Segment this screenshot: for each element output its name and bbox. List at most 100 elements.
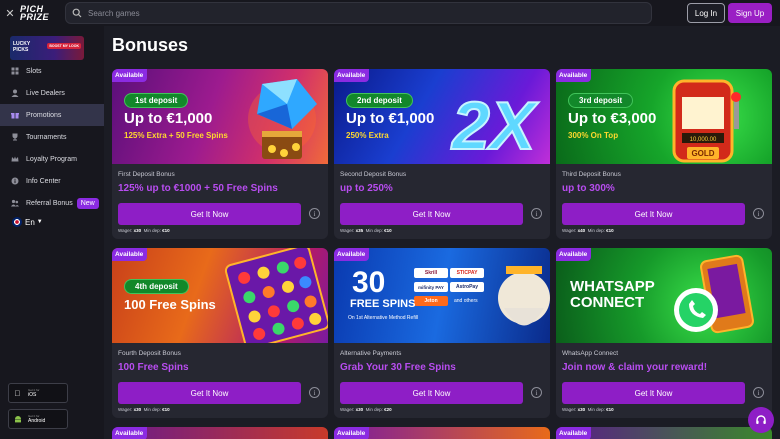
wager-label: Wager:: [562, 407, 577, 412]
gift-icon: [11, 111, 19, 119]
bonus-banner[interactable]: 10,000.00 GOLD Available 3rd deposit Up …: [556, 69, 772, 164]
wager-label: Wager:: [118, 407, 133, 412]
wager-value: x40: [577, 228, 586, 233]
bonus-card-peek[interactable]: Available: [112, 427, 328, 439]
wager-info: Wager: x35 Min dep: €10: [340, 228, 392, 233]
sidebar-item-label: Referral Bonus: [26, 199, 73, 207]
get-it-now-button[interactable]: Get It Now: [340, 203, 523, 225]
min-dep-value: €10: [606, 407, 614, 412]
jeton-logo: Jeton: [414, 296, 448, 306]
sidebar-item-label: Info Center: [26, 177, 61, 185]
search-input[interactable]: [88, 8, 588, 18]
store-name: iOS: [28, 392, 37, 398]
info-icon[interactable]: i: [309, 208, 320, 219]
bonus-offer: 125% up to €1000 + 50 Free Spins: [118, 183, 278, 194]
info-icon[interactable]: i: [531, 387, 542, 398]
sticpay-logo: STICPAY: [450, 268, 484, 278]
wager-info: Wager: x40 Min dep: €10: [562, 228, 614, 233]
info-icon[interactable]: i: [309, 387, 320, 398]
art-free-spins-count: 30: [352, 266, 386, 299]
bonus-title: WhatsApp Connect: [562, 350, 619, 357]
min-dep-label: Min dep:: [143, 228, 161, 233]
support-chat-button[interactable]: [748, 407, 774, 433]
banner-headline: Up to €1,000: [346, 110, 435, 127]
deposit-pill: 3rd deposit: [568, 93, 634, 108]
sidebar-item-loyalty[interactable]: Loyalty Program: [0, 148, 104, 170]
available-badge: Available: [556, 69, 592, 82]
min-dep-value: €10: [162, 407, 170, 412]
available-badge: Available: [556, 427, 592, 439]
sidebar-item-label: Slots: [26, 67, 42, 75]
min-dep-value: €10: [162, 228, 170, 233]
bonus-card-peek[interactable]: Available: [334, 427, 550, 439]
get-it-now-button[interactable]: Get It Now: [118, 203, 301, 225]
ios-store-button[interactable]:  Get it foriOS: [8, 383, 68, 403]
signup-button[interactable]: Sign Up: [728, 3, 772, 23]
lucky-picks-banner[interactable]: LUCKY PICKS BOOST MY LOOK: [10, 36, 84, 60]
bonus-offer: up to 300%: [562, 183, 615, 194]
sidebar-item-referral[interactable]: Referral Bonus New: [0, 192, 104, 214]
bonus-card-peek[interactable]: Available: [556, 427, 772, 439]
bonus-banner[interactable]: Available 4th deposit 100 Free Spins: [112, 248, 328, 343]
bonus-card-fourth-deposit: Available 4th deposit 100 Free Spins Fou…: [112, 248, 328, 418]
banner-subline: 250% Extra: [346, 131, 389, 140]
chevron-down-icon: ▼: [36, 219, 43, 225]
sidebar-item-live-dealers[interactable]: Live Dealers: [0, 82, 104, 104]
language-label: En: [25, 217, 35, 227]
search-bar[interactable]: [65, 2, 652, 24]
banner-subline: 125% Extra + 50 Free Spins: [124, 131, 228, 140]
sidebar-item-promotions[interactable]: Promotions: [0, 104, 104, 126]
get-it-now-button[interactable]: Get It Now: [340, 382, 523, 404]
min-dep-label: Min dep:: [587, 407, 605, 412]
astropay-logo: AstroPay: [450, 282, 484, 292]
wager-info: Wager: x30 Min dep: €20: [340, 407, 392, 412]
bonus-card-whatsapp: Available WHATSAPP CONNECT WhatsApp Conne…: [556, 248, 772, 418]
wager-value: x35: [355, 228, 364, 233]
bonus-banner[interactable]: 2X Available 2nd deposit Up to €1,000 25…: [334, 69, 550, 164]
min-dep-label: Min dep:: [365, 407, 383, 412]
store-name: Android: [28, 418, 46, 424]
wager-value: x30: [577, 407, 586, 412]
info-icon[interactable]: i: [753, 208, 764, 219]
min-dep-value: €20: [384, 407, 392, 412]
bonus-banner[interactable]: Available WHATSAPP CONNECT: [556, 248, 772, 343]
info-icon[interactable]: i: [531, 208, 542, 219]
available-badge: Available: [112, 427, 148, 439]
android-store-button[interactable]: Get it for Android: [8, 409, 68, 429]
available-badge: Available: [556, 248, 592, 261]
wager-value: x30: [355, 407, 364, 412]
top-bar: ✕ PICH PRIZE Log In Sign Up: [0, 0, 780, 26]
bonus-banner[interactable]: Available 1st deposit Up to €1,000 125% …: [112, 69, 328, 164]
get-it-now-button[interactable]: Get It Now: [118, 382, 301, 404]
close-icon[interactable]: ✕: [0, 7, 20, 20]
android-icon: [13, 415, 22, 424]
sidebar-item-label: Live Dealers: [26, 89, 65, 97]
available-badge: Available: [334, 427, 370, 439]
info-icon[interactable]: i: [753, 387, 764, 398]
get-it-now-button[interactable]: Get It Now: [562, 203, 745, 225]
get-it-now-button[interactable]: Get It Now: [562, 382, 745, 404]
machine-counter-text: 10,000.00: [690, 137, 717, 143]
banner-subline: 300% On Top: [568, 131, 619, 140]
sidebar-item-info-center[interactable]: Info Center: [0, 170, 104, 192]
gem-grid-art: [224, 248, 328, 343]
logo[interactable]: PICH PRIZE: [20, 5, 60, 22]
art-subline: On 1st Alternative Method Refill: [348, 315, 419, 321]
min-dep-label: Min dep:: [365, 228, 383, 233]
available-badge: Available: [112, 248, 148, 261]
login-button[interactable]: Log In: [687, 3, 725, 23]
art-headline: WHATSAPP CONNECT: [570, 279, 655, 311]
deposit-pill: 4th deposit: [124, 279, 189, 294]
language-selector[interactable]: En ▼: [0, 214, 104, 230]
skrill-logo: Skrill: [414, 268, 448, 278]
deposit-pill: 1st deposit: [124, 93, 189, 108]
uk-flag-icon: [12, 217, 22, 227]
bonus-card-first-deposit: Available 1st deposit Up to €1,000 125% …: [112, 69, 328, 239]
min-dep-value: €10: [606, 228, 614, 233]
bonus-banner[interactable]: Available 30 FREE SPINS On 1st Alternati…: [334, 248, 550, 343]
bonus-title: Third Deposit Bonus: [562, 171, 621, 178]
sidebar-item-slots[interactable]: Slots: [0, 60, 104, 82]
art-free-spins-label: FREE SPINS: [350, 298, 416, 310]
sidebar-item-tournaments[interactable]: Tournaments: [0, 126, 104, 148]
sidebar: LUCKY PICKS BOOST MY LOOK Slots Live Deal…: [0, 26, 104, 439]
